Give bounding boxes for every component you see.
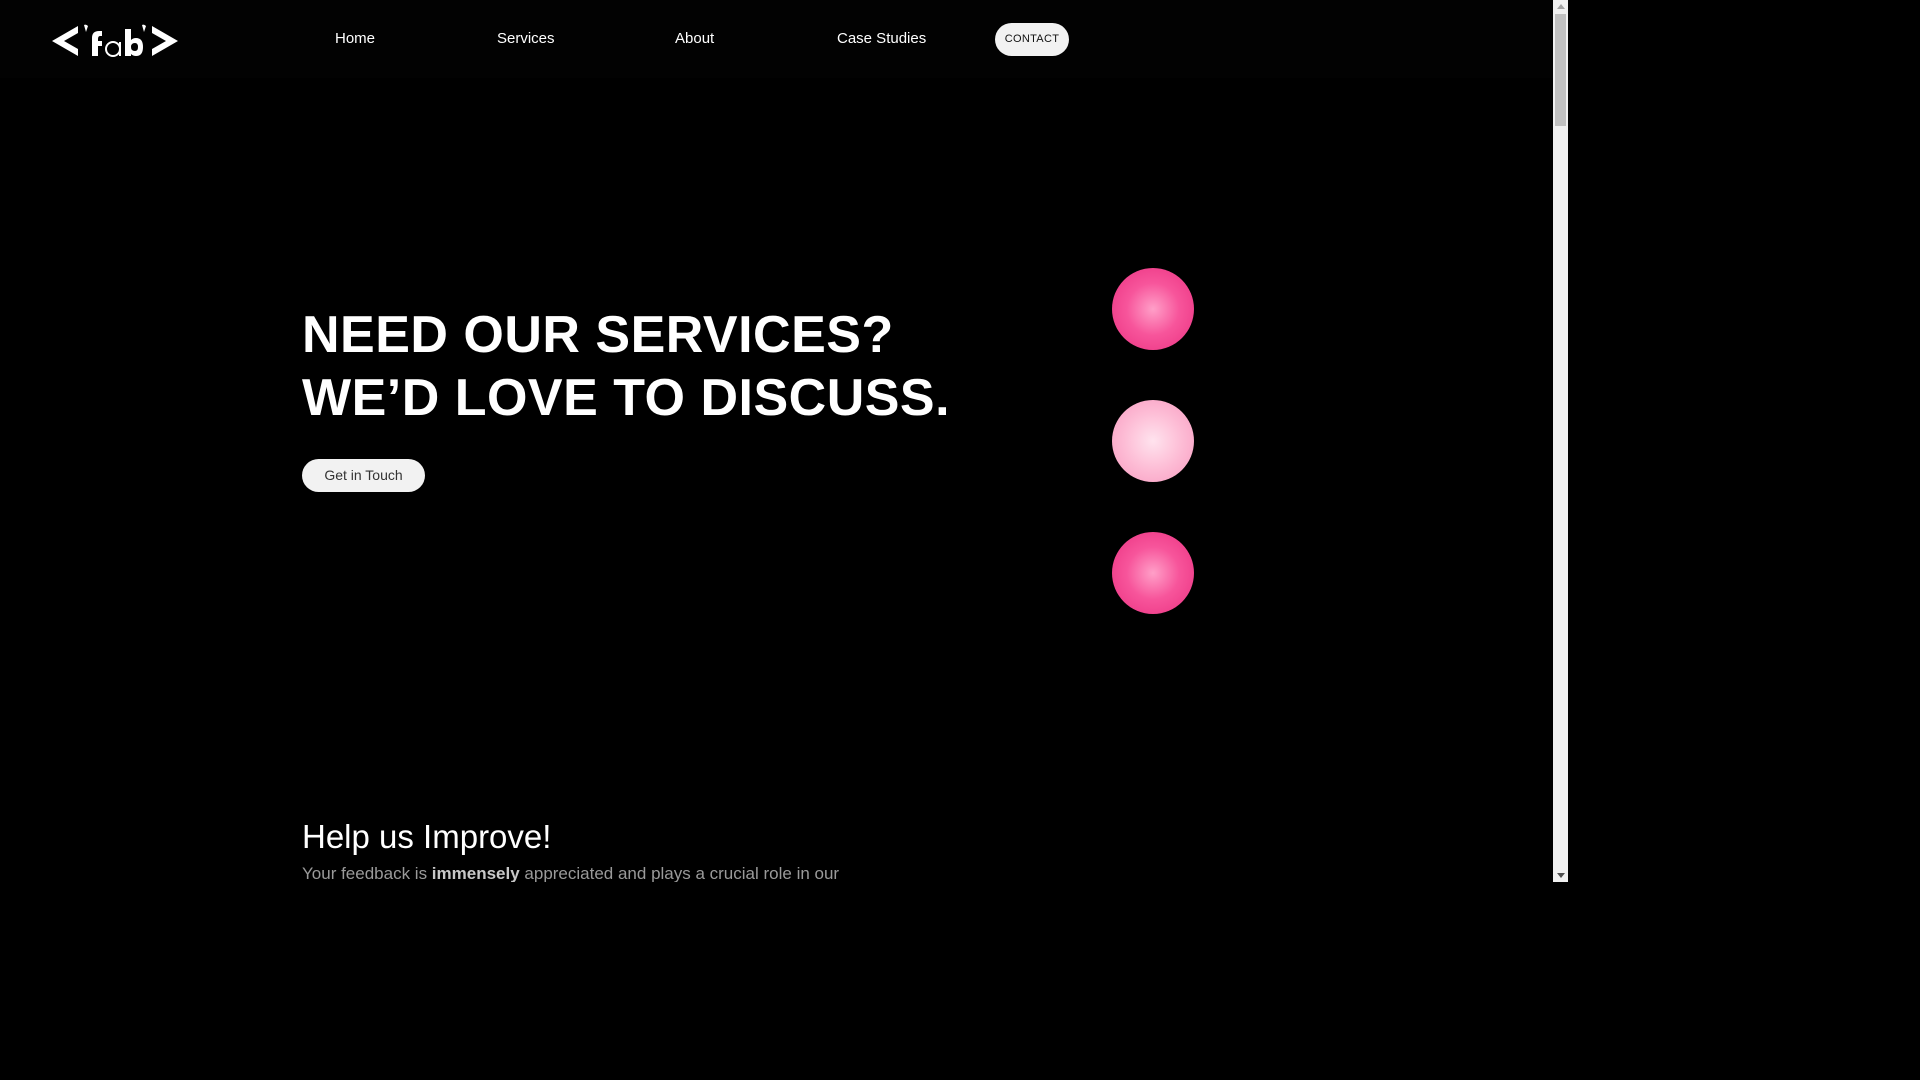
nav-services-link[interactable]: Services [497,29,555,49]
feedback-text-bold: immensely [431,864,520,882]
pink-orb-icon [1112,268,1194,350]
nav-home-link[interactable]: Home [335,29,375,49]
light-pink-orb-icon [1112,400,1194,482]
fab-logo-icon[interactable] [50,20,180,62]
feedback-text-start: Your feedback is [302,864,432,882]
vertical-scrollbar[interactable] [1553,0,1568,882]
hero-title: NEED OUR SERVICES? WE’D LOVE TO DISCUSS. [302,304,950,430]
scrollbar-thumb[interactable] [1555,14,1566,126]
hero-title-line-2: WE’D LOVE TO DISCUSS. [302,369,951,427]
hero-title-line-1: NEED OUR SERVICES? [302,306,894,364]
pink-orb-icon [1112,532,1194,614]
feedback-text: Your feedback is immensely appreciated a… [302,862,839,882]
nav-case-studies-link[interactable]: Case Studies [837,29,926,49]
scroll-up-arrow-icon[interactable] [1557,4,1565,9]
get-in-touch-button[interactable]: Get in Touch [302,459,425,492]
contact-button[interactable]: CONTACT [995,23,1069,56]
page: Home Services About Case Studies CONTACT… [0,0,1568,882]
nav-about-link[interactable]: About [675,29,714,49]
feedback-title: Help us Improve! [302,818,552,855]
feedback-text-end: appreciated and plays a crucial role in … [519,864,840,882]
site-header: Home Services About Case Studies CONTACT [0,0,1553,78]
scroll-down-arrow-icon[interactable] [1557,873,1565,878]
